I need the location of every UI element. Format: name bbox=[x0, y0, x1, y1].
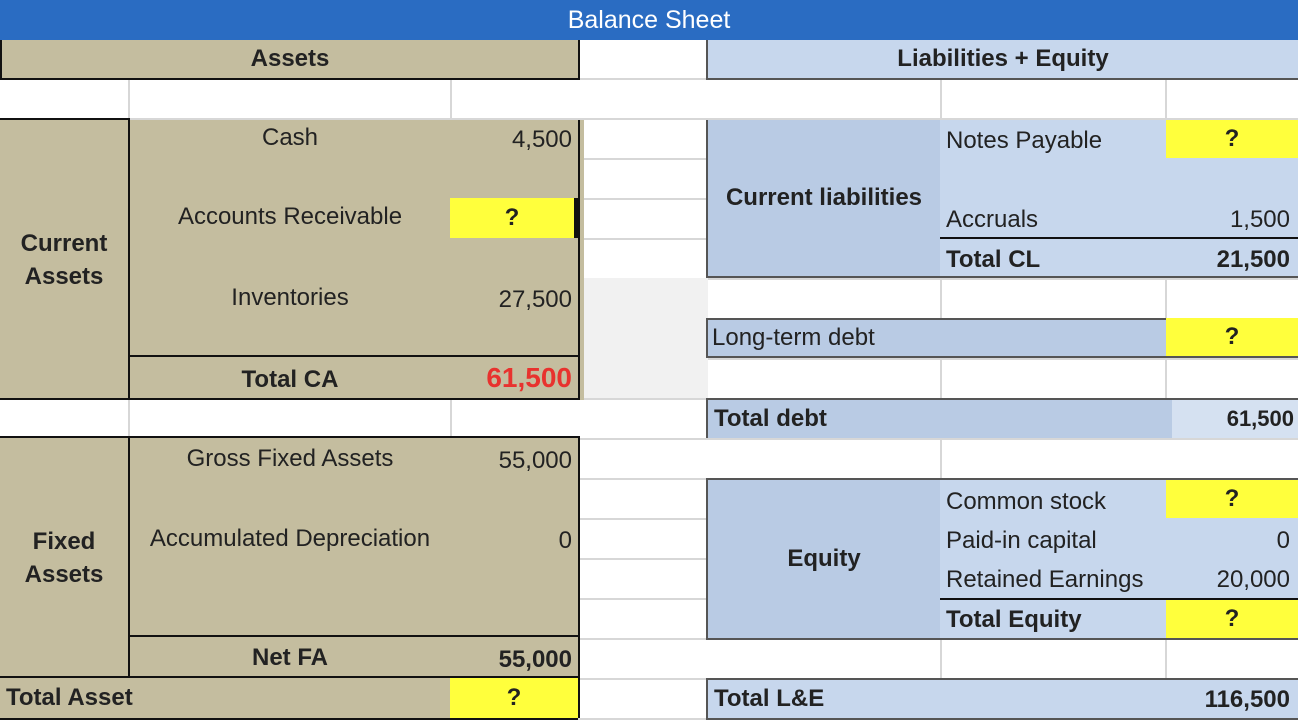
grid-col-line bbox=[1165, 640, 1167, 678]
grid-col-line bbox=[1165, 360, 1167, 398]
selected-cells bbox=[584, 278, 708, 398]
total-cl-value[interactable]: 21,500 bbox=[1166, 246, 1294, 274]
notes-payable-value-cell[interactable]: ? bbox=[1166, 120, 1298, 158]
divider bbox=[0, 436, 580, 438]
ltd-value: ? bbox=[1224, 323, 1240, 350]
current-liabilities-label: Current liabilities bbox=[725, 184, 923, 211]
total-equity-value-cell[interactable]: ? bbox=[1166, 600, 1298, 638]
inventories-label: Inventories bbox=[231, 284, 349, 311]
grid-col-line bbox=[450, 400, 452, 438]
liabilities-header-label: Liabilities + Equity bbox=[897, 45, 1109, 72]
retained-label: Retained Earnings bbox=[946, 566, 1144, 593]
divider bbox=[128, 120, 130, 400]
notes-payable-label: Notes Payable bbox=[946, 127, 1103, 154]
divider bbox=[0, 118, 130, 120]
total-le-value[interactable]: 116,500 bbox=[1166, 686, 1294, 714]
acc-dep-label: Accumulated Depreciation bbox=[149, 525, 431, 552]
divider bbox=[0, 398, 580, 400]
total-cl-label: Total CL bbox=[946, 246, 1041, 273]
current-assets-label-cell: Current Assets bbox=[0, 120, 128, 400]
retained-value[interactable]: 20,000 bbox=[1166, 566, 1294, 594]
paid-in-label: Paid-in capital bbox=[946, 527, 1097, 554]
fixed-assets-label: Fixed Assets bbox=[24, 528, 104, 588]
common-stock-label: Common stock bbox=[946, 488, 1107, 515]
total-le-label: Total L&E bbox=[714, 685, 825, 712]
total-asset-label: Total Asset bbox=[6, 684, 133, 711]
grid-col-line bbox=[940, 440, 942, 478]
ar-label: Accounts Receivable bbox=[177, 203, 403, 230]
gross-fa-label: Gross Fixed Assets bbox=[186, 445, 394, 472]
ar-value-cell[interactable]: ? bbox=[450, 198, 578, 238]
assets-header: Assets bbox=[0, 40, 580, 80]
ltd-value-cell[interactable]: ? bbox=[1166, 318, 1298, 358]
grid-col-line bbox=[450, 80, 452, 120]
net-fa-label: Net FA bbox=[251, 644, 328, 671]
grid-col-line bbox=[1165, 80, 1167, 120]
fixed-assets-label-cell: Fixed Assets bbox=[0, 438, 128, 678]
grid-col-line bbox=[1165, 280, 1167, 318]
total-equity-label: Total Equity bbox=[946, 606, 1082, 633]
divider bbox=[940, 237, 1298, 239]
current-assets-label: Current Assets bbox=[20, 230, 108, 290]
grid-col-line bbox=[940, 280, 942, 318]
paid-in-value[interactable]: 0 bbox=[1166, 527, 1294, 555]
divider bbox=[128, 635, 580, 637]
cash-value[interactable]: 4,500 bbox=[452, 126, 576, 154]
inventories-value[interactable]: 27,500 bbox=[452, 286, 576, 314]
total-asset-row: Total Asset bbox=[0, 678, 450, 720]
total-debt-value-cell[interactable]: 61,500 bbox=[1172, 398, 1298, 438]
acc-dep-value[interactable]: 0 bbox=[452, 527, 576, 555]
grid-col-line bbox=[940, 360, 942, 398]
equity-label-cell: Equity bbox=[708, 480, 940, 638]
grid-col-line bbox=[940, 640, 942, 678]
accruals-label: Accruals bbox=[946, 206, 1039, 233]
cash-label: Cash bbox=[261, 124, 319, 151]
divider bbox=[128, 438, 130, 678]
total-debt-row: Total debt bbox=[706, 398, 1172, 438]
notes-payable-value: ? bbox=[1224, 125, 1240, 152]
divider bbox=[578, 120, 580, 400]
equity-label: Equity bbox=[787, 545, 861, 572]
divider bbox=[128, 355, 580, 357]
assets-header-label: Assets bbox=[250, 45, 330, 72]
grid-col-line bbox=[128, 80, 130, 120]
grid-col-line bbox=[128, 400, 130, 438]
ar-value: ? bbox=[504, 204, 520, 231]
ltd-label: Long-term debt bbox=[712, 324, 875, 351]
current-liabilities-label-cell: Current liabilities bbox=[708, 120, 940, 278]
grid-col-line bbox=[940, 80, 942, 120]
page-title: Balance Sheet bbox=[567, 5, 731, 34]
accruals-value[interactable]: 1,500 bbox=[1166, 206, 1294, 234]
total-asset-value-cell[interactable]: ? bbox=[450, 678, 578, 720]
liabilities-header: Liabilities + Equity bbox=[706, 40, 1298, 80]
net-fa-value[interactable]: 55,000 bbox=[452, 646, 576, 674]
common-stock-value-cell[interactable]: ? bbox=[1166, 480, 1298, 518]
total-asset-value: ? bbox=[506, 684, 522, 711]
ltd-row: Long-term debt bbox=[706, 318, 1166, 358]
total-equity-value: ? bbox=[1224, 605, 1240, 632]
total-debt-value: 61,500 bbox=[1226, 406, 1294, 431]
total-debt-label: Total debt bbox=[714, 405, 827, 432]
total-ca-value[interactable]: 61,500 bbox=[452, 362, 576, 394]
total-ca-label: Total CA bbox=[241, 366, 339, 393]
title-bar: Balance Sheet bbox=[0, 0, 1298, 40]
common-stock-value: ? bbox=[1224, 485, 1240, 512]
gross-fa-value[interactable]: 55,000 bbox=[452, 447, 576, 475]
